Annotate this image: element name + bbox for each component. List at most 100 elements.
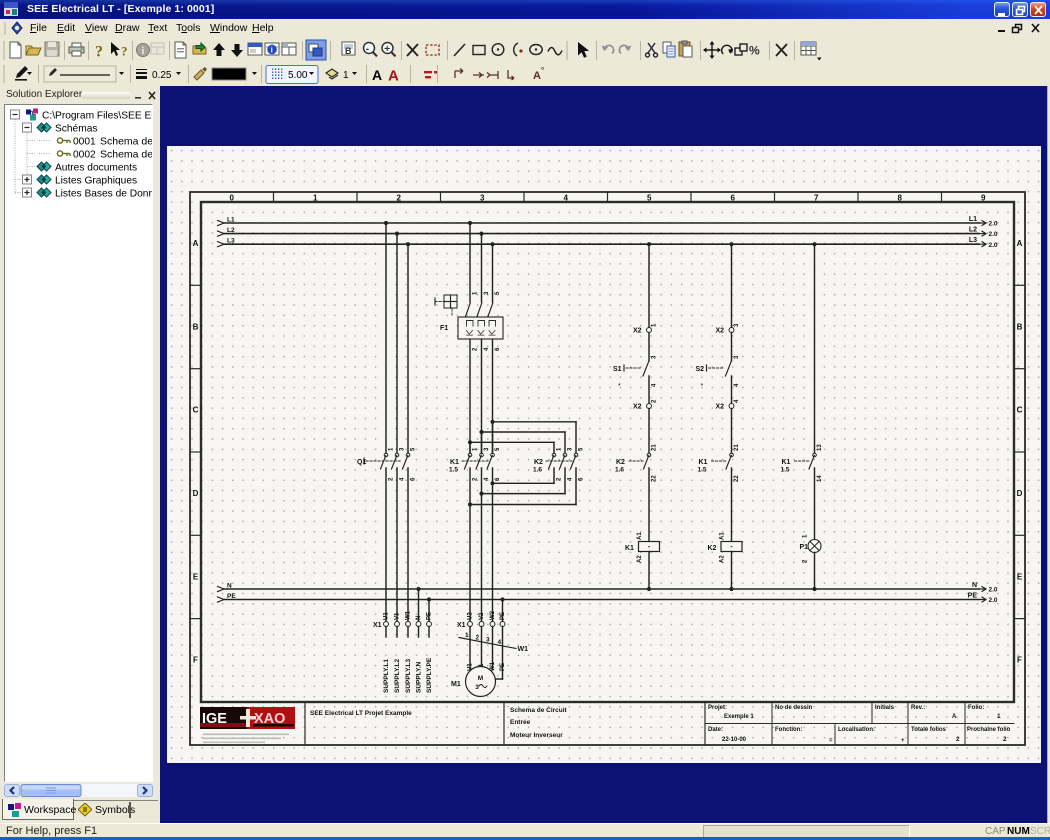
svg-text:°: ° <box>541 66 544 75</box>
svg-text:N: N <box>227 583 232 590</box>
svg-text:S2: S2 <box>696 366 705 373</box>
svg-text:X2: X2 <box>633 328 642 335</box>
svg-text:W2: W2 <box>490 610 496 620</box>
svg-text:Prochaine folio: Prochaine folio <box>967 727 1011 733</box>
svg-text:Schémas: Schémas <box>55 123 97 134</box>
svg-text:1.5: 1.5 <box>449 467 458 474</box>
svg-text:F: F <box>1017 656 1022 665</box>
svg-text:X2: X2 <box>716 328 725 335</box>
svg-text:SUPPLY.N: SUPPLY.N <box>416 662 423 693</box>
svg-text:13: 13 <box>817 444 823 451</box>
svg-text:L1: L1 <box>969 216 977 223</box>
svg-text:C: C <box>193 406 199 415</box>
svg-text:A: A <box>533 70 541 82</box>
svg-text:E: E <box>1017 572 1023 581</box>
svg-text:A: A <box>952 714 957 720</box>
svg-text:0002: 0002 <box>73 149 96 160</box>
svg-text:K2: K2 <box>534 459 543 466</box>
svg-text:A1: A1 <box>637 532 643 540</box>
svg-text:A: A <box>372 67 382 83</box>
svg-text:2.0: 2.0 <box>989 597 998 604</box>
svg-text:SUPPLY.L2: SUPPLY.L2 <box>394 659 401 693</box>
svg-text:C: C <box>1017 406 1023 415</box>
svg-text:S1: S1 <box>613 366 622 373</box>
svg-text:PE: PE <box>227 593 236 600</box>
svg-text:5: 5 <box>647 194 652 203</box>
svg-text:?: ? <box>121 44 128 59</box>
svg-text:Listes Bases de Donnée: Listes Bases de Donnée <box>55 188 152 199</box>
svg-text:Rev.:: Rev.: <box>911 705 925 711</box>
svg-text:i: i <box>271 46 273 55</box>
svg-text:1.5: 1.5 <box>781 467 790 474</box>
svg-text:1: 1 <box>343 70 349 81</box>
svg-text:SUPPLY.L1: SUPPLY.L1 <box>383 659 390 693</box>
svg-text:D: D <box>1017 489 1023 498</box>
svg-text:4: 4 <box>498 639 502 646</box>
svg-text:22: 22 <box>652 475 658 482</box>
svg-text:L3: L3 <box>969 237 977 244</box>
svg-text:SEE Electrical LT Projet Examp: SEE Electrical LT Projet Example <box>310 710 412 717</box>
svg-text:1: 1 <box>465 632 469 639</box>
svg-text:B: B <box>193 322 199 331</box>
svg-text:7: 7 <box>814 194 819 203</box>
svg-text:A: A <box>1017 239 1023 248</box>
svg-text:B: B <box>1017 322 1023 331</box>
svg-text:5.00: 5.00 <box>288 70 308 81</box>
svg-text:P1: P1 <box>800 544 809 551</box>
svg-text:2: 2 <box>396 194 401 203</box>
svg-text:Moteur Inverseur: Moteur Inverseur <box>510 732 563 739</box>
svg-text:+: + <box>384 43 390 55</box>
svg-text:F: F <box>193 656 198 665</box>
svg-text:Initials: Initials <box>875 705 895 711</box>
svg-text:14: 14 <box>817 475 823 482</box>
svg-text:Folio:: Folio: <box>968 705 984 711</box>
svg-text:8: 8 <box>897 194 902 203</box>
svg-text:PE: PE <box>500 612 506 620</box>
svg-text:L2: L2 <box>969 227 977 234</box>
svg-text:L2: L2 <box>227 227 235 234</box>
svg-text:Fonction:: Fonction: <box>775 727 802 733</box>
svg-text:IGE: IGE <box>202 711 227 727</box>
svg-text:PE: PE <box>968 593 978 600</box>
svg-text:X1: X1 <box>457 622 466 629</box>
svg-text:M1: M1 <box>451 681 461 688</box>
svg-text:X2: X2 <box>633 404 642 411</box>
svg-text:*: * <box>701 383 704 390</box>
svg-text:=: = <box>829 738 833 744</box>
svg-text:21: 21 <box>652 444 658 451</box>
svg-text:9: 9 <box>981 194 986 203</box>
svg-text:1.5: 1.5 <box>698 467 707 474</box>
svg-text:Schema de Circuit: Schema de Circuit <box>510 707 568 714</box>
svg-text:A2: A2 <box>637 555 643 563</box>
svg-text:A: A <box>193 239 199 248</box>
svg-text:Projet:: Projet: <box>708 705 727 711</box>
svg-text:2: 2 <box>1003 736 1007 743</box>
svg-text:B: B <box>345 46 352 56</box>
svg-text:3: 3 <box>486 637 490 644</box>
svg-text:2.0: 2.0 <box>989 221 998 228</box>
svg-text:L3: L3 <box>227 238 235 245</box>
svg-text:SUPPLY.PE: SUPPLY.PE <box>426 657 433 693</box>
svg-text:K1: K1 <box>450 459 459 466</box>
svg-text:V2: V2 <box>479 612 485 620</box>
svg-text:D: D <box>193 489 199 498</box>
svg-text:PE: PE <box>427 612 433 620</box>
svg-text:Autres documents: Autres documents <box>55 162 137 173</box>
svg-text:0001: 0001 <box>73 136 96 147</box>
svg-text:M: M <box>478 675 483 682</box>
svg-text:Schema de C: Schema de C <box>100 148 152 160</box>
svg-text:?: ? <box>95 44 103 61</box>
svg-text:*: * <box>618 383 621 390</box>
svg-text:PE: PE <box>500 663 506 671</box>
svg-text:6: 6 <box>730 194 735 203</box>
svg-text:X1: X1 <box>373 622 382 629</box>
svg-text:W1: W1 <box>406 610 412 620</box>
svg-text:N: N <box>972 582 977 589</box>
svg-text:0: 0 <box>229 194 234 203</box>
svg-text:Localisation:: Localisation: <box>838 727 875 733</box>
svg-text:%: % <box>749 44 760 58</box>
svg-text:1: 1 <box>313 194 318 203</box>
svg-text:F1: F1 <box>440 325 448 332</box>
svg-text:W1: W1 <box>518 646 529 653</box>
svg-text:22: 22 <box>734 475 740 482</box>
